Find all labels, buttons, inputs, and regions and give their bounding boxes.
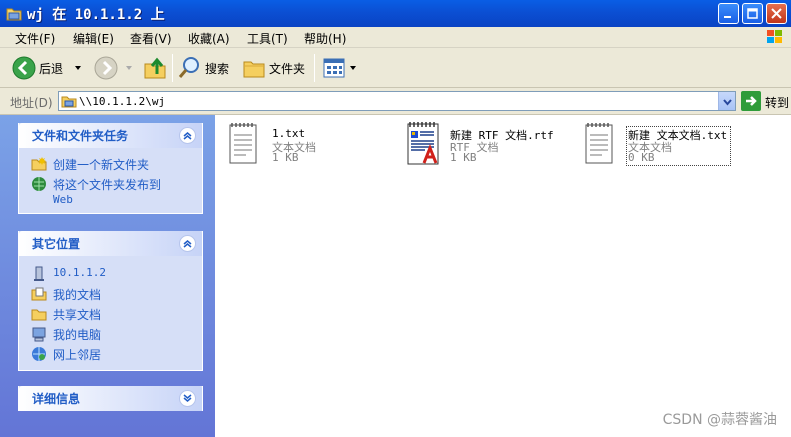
computer-icon	[34, 266, 44, 281]
address-bar: 地址(D) \\10.1.1.2\wj 转到	[0, 88, 791, 115]
search-label: 搜索	[205, 61, 230, 76]
forward-arrow-icon	[94, 56, 118, 80]
folders-label: 文件夹	[269, 61, 306, 76]
search-button[interactable]: 搜索	[178, 54, 229, 82]
minimize-button[interactable]	[718, 3, 739, 24]
network-folder-icon	[61, 96, 77, 108]
task-pane: 文件和文件夹任务 创建一个新文件夹 将这个文件夹发布到 Web 其它位置 10.…	[0, 115, 215, 437]
chevron-down-icon	[183, 394, 192, 402]
close-button[interactable]	[766, 3, 787, 24]
folder-title-icon	[6, 8, 22, 21]
menu-file[interactable]: 文件(F)	[15, 30, 55, 47]
other-places-header[interactable]: 其它位置	[19, 231, 202, 256]
details-panel: 详细信息	[18, 386, 203, 411]
address-dropdown-button[interactable]	[718, 92, 735, 110]
up-folder-button[interactable]	[143, 54, 167, 82]
go-label[interactable]: 转到	[765, 94, 789, 111]
publish-web-link[interactable]: 将这个文件夹发布到 Web	[19, 174, 202, 208]
explorer-window: wj 在 10.1.1.2 上 文件(F) 编辑(E) 查看(V) 收藏(A) …	[0, 0, 791, 437]
windows-logo-icon	[767, 30, 782, 43]
menu-edit[interactable]: 编辑(E)	[73, 30, 114, 47]
collapse-button[interactable]	[179, 127, 196, 144]
chevron-up-icon	[183, 240, 192, 248]
go-arrow-icon	[746, 96, 757, 106]
create-folder-link[interactable]: 创建一个新文件夹	[19, 154, 202, 174]
publish-globe-icon	[32, 177, 46, 191]
place-shared-documents-link[interactable]: 共享文档	[19, 304, 202, 324]
back-dropdown-icon[interactable]	[74, 64, 82, 72]
chevron-up-icon	[183, 132, 192, 140]
back-button[interactable]: 后退	[12, 54, 82, 82]
minimize-icon	[724, 16, 731, 18]
place-computer-link[interactable]: 10.1.1.2	[19, 264, 202, 284]
place-network-link[interactable]: 网上邻居	[19, 344, 202, 364]
rtf-document-icon	[407, 122, 439, 165]
file-list[interactable]: 1.txt 文本文档 1 KB 新建 RTF 文档.rtf RTF 文档 1 K…	[215, 115, 791, 437]
file-item[interactable]: 新建 文本文档.txt 文本文档 0 KB	[583, 121, 768, 171]
views-dropdown-icon[interactable]	[349, 64, 357, 72]
create-folder-label: 创建一个新文件夹	[53, 158, 150, 172]
file-item[interactable]: 1.txt 文本文档 1 KB	[227, 121, 412, 171]
publish-label: 将这个文件夹发布到	[53, 178, 162, 192]
close-icon	[771, 8, 782, 19]
forward-dropdown-icon[interactable]	[125, 64, 133, 72]
file-size: 0 KB	[628, 151, 655, 164]
documents-folder-icon	[31, 287, 47, 301]
chevron-down-icon	[722, 98, 732, 106]
go-button[interactable]	[741, 91, 761, 111]
new-folder-icon	[31, 157, 47, 171]
address-input[interactable]: \\10.1.1.2\wj	[58, 91, 736, 111]
standard-toolbar: 后退 搜索 文件夹	[0, 48, 791, 88]
menu-bar: 文件(F) 编辑(E) 查看(V) 收藏(A) 工具(T) 帮助(H)	[0, 27, 791, 48]
place-label: 网上邻居	[53, 348, 102, 362]
place-label: 10.1.1.2	[53, 266, 106, 279]
expand-button[interactable]	[179, 390, 196, 407]
place-label: 我的电脑	[53, 328, 102, 342]
file-folder-tasks-header[interactable]: 文件和文件夹任务	[19, 123, 202, 148]
file-size: 1 KB	[450, 151, 477, 164]
text-document-icon	[229, 123, 257, 164]
panel-title: 其它位置	[32, 237, 81, 251]
network-places-icon	[32, 347, 46, 361]
search-icon	[178, 57, 199, 78]
menu-help[interactable]: 帮助(H)	[304, 30, 346, 47]
publish-web-label: Web	[53, 193, 73, 206]
maximize-icon	[747, 8, 758, 19]
place-my-documents-link[interactable]: 我的文档	[19, 284, 202, 304]
maximize-button[interactable]	[742, 3, 763, 24]
file-item[interactable]: 新建 RTF 文档.rtf RTF 文档 1 KB	[405, 121, 590, 171]
address-value: \\10.1.1.2\wj	[79, 95, 166, 108]
shared-folder-icon	[31, 309, 47, 321]
place-my-computer-link[interactable]: 我的电脑	[19, 324, 202, 344]
back-arrow-icon	[12, 56, 36, 80]
menu-tools[interactable]: 工具(T)	[247, 30, 288, 47]
other-places-panel: 其它位置 10.1.1.2 我的文档 共享文档 我的电脑 网上邻居	[18, 231, 203, 371]
details-header[interactable]: 详细信息	[19, 386, 202, 411]
toolbar-separator	[314, 54, 315, 82]
menu-view[interactable]: 查看(V)	[130, 30, 172, 47]
place-label: 我的文档	[53, 288, 102, 302]
collapse-button[interactable]	[179, 235, 196, 252]
window-title: wj 在 10.1.1.2 上	[27, 7, 165, 23]
text-document-icon	[585, 123, 613, 164]
back-label: 后退	[39, 61, 64, 76]
address-label: 地址(D)	[10, 96, 53, 110]
file-size: 1 KB	[272, 151, 299, 164]
toolbar-separator	[172, 54, 173, 82]
file-folder-tasks-panel: 文件和文件夹任务 创建一个新文件夹 将这个文件夹发布到 Web	[18, 123, 203, 214]
panel-title: 文件和文件夹任务	[32, 129, 129, 143]
views-button[interactable]	[322, 54, 357, 82]
title-bar[interactable]: wj 在 10.1.1.2 上	[0, 0, 791, 27]
up-folder-icon	[144, 57, 166, 79]
folders-icon	[243, 61, 265, 78]
watermark: CSDN @蒜蓉酱油	[662, 412, 777, 428]
my-computer-icon	[32, 327, 46, 342]
menu-favorites[interactable]: 收藏(A)	[188, 30, 230, 47]
views-icon	[323, 58, 345, 78]
place-label: 共享文档	[53, 308, 102, 322]
folders-button[interactable]: 文件夹	[242, 54, 305, 82]
panel-title: 详细信息	[32, 392, 81, 406]
forward-button[interactable]	[94, 54, 133, 82]
